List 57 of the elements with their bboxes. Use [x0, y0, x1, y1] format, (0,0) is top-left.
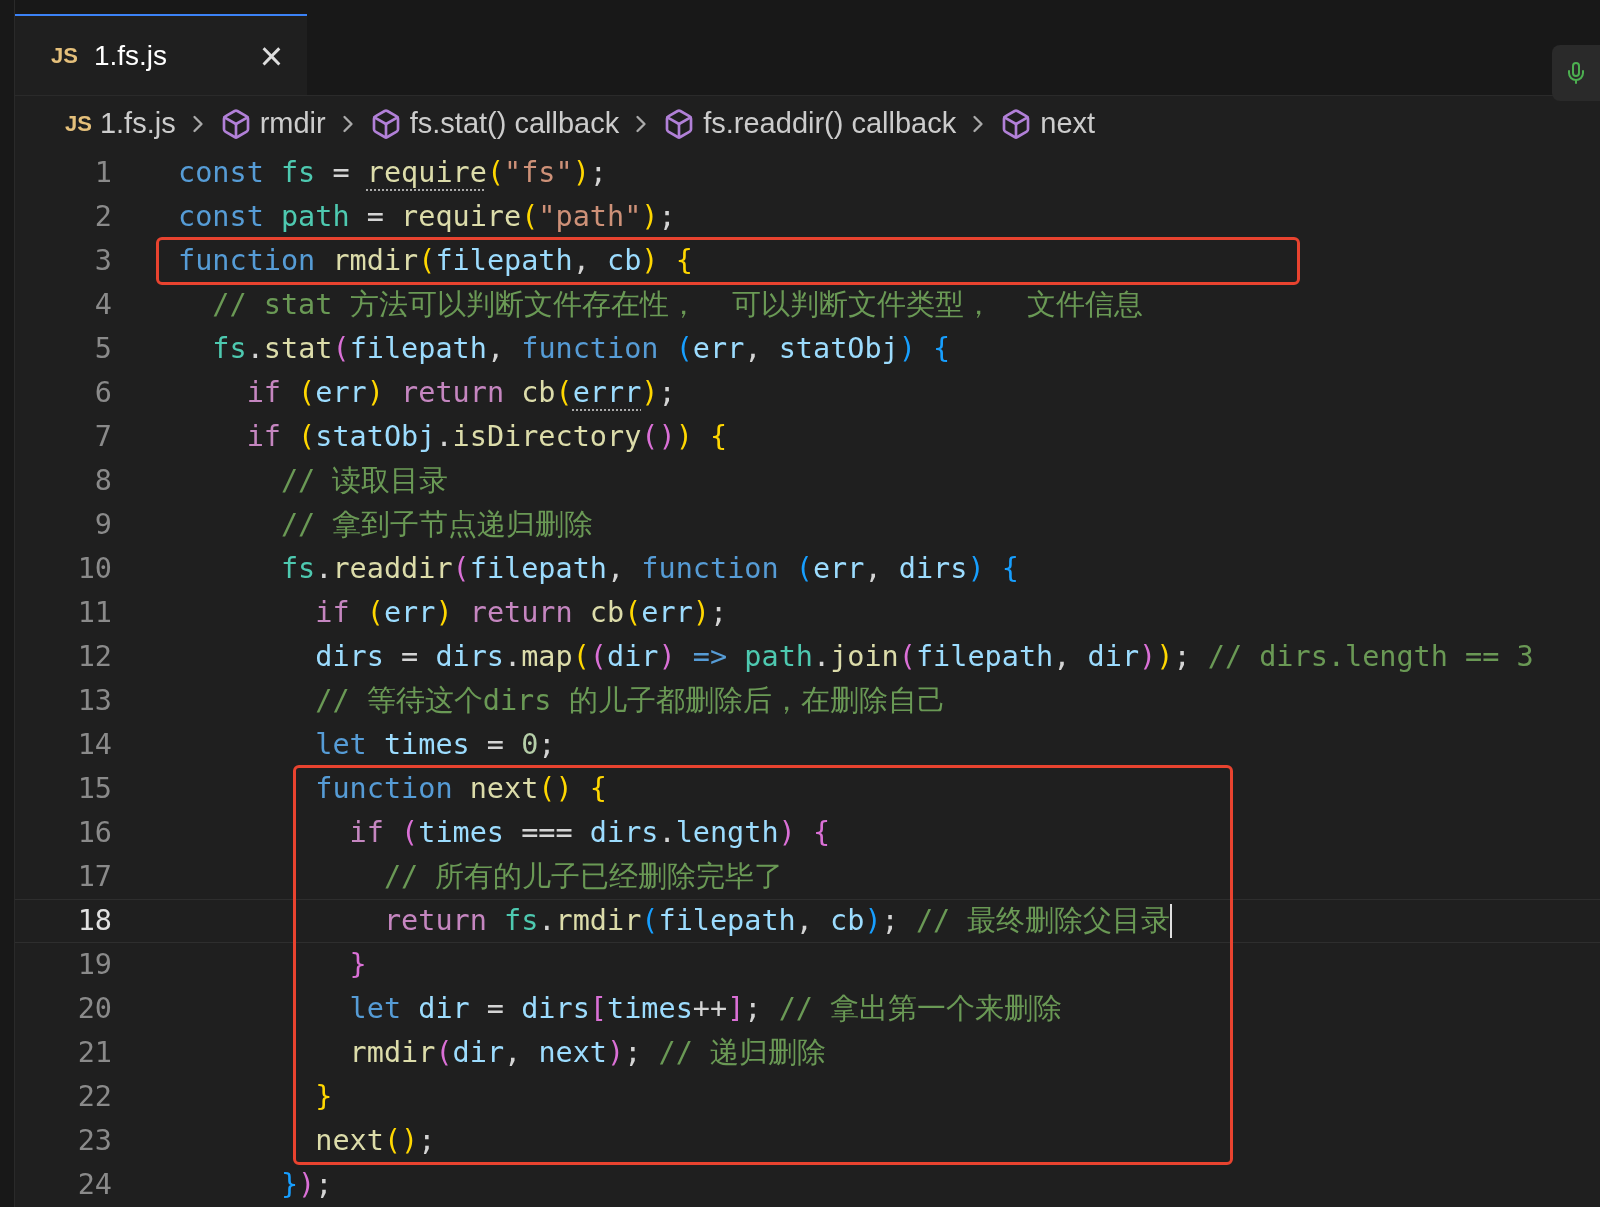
code-line: let dir = dirs[times++]; // 拿出第一个来删除 [348, 990, 1063, 1027]
code-line: function rmdir(filepath, cb) { [178, 242, 693, 279]
line-number: 18 [76, 902, 112, 939]
code-line: }); [279, 1166, 333, 1203]
microphone-button[interactable] [1552, 45, 1600, 101]
line-number: 7 [93, 418, 112, 455]
line-number: 8 [93, 462, 112, 499]
line-number: 5 [93, 330, 112, 367]
line-number: 21 [76, 1034, 112, 1071]
code-line: } [348, 946, 367, 983]
line-number: 10 [76, 550, 112, 587]
code-line: // 所有的儿子已经删除完毕了 [382, 858, 784, 895]
code-line: let times = 0; [314, 726, 556, 763]
code-line: // 读取目录 [279, 462, 449, 499]
breadcrumb-item[interactable]: rmdir [219, 101, 326, 146]
line-number: 2 [93, 198, 112, 235]
line-number: 11 [76, 594, 112, 631]
editor-tab[interactable]: JS 1.fs.js × [15, 14, 307, 96]
close-icon[interactable]: × [259, 35, 283, 76]
line-number: 19 [76, 946, 112, 983]
line-number: 6 [93, 374, 112, 411]
code-line: const fs = require("fs"); [178, 154, 608, 191]
code-line: fs.stat(filepath, function (err, statObj) { [211, 330, 951, 367]
code-line: next(); [314, 1122, 436, 1159]
line-number: 14 [76, 726, 112, 763]
code-line: if (times === dirs.length) { [348, 814, 831, 851]
code-line: } [314, 1078, 333, 1115]
code-line: if (statObj.isDirectory()) { [245, 418, 728, 455]
code-line: // 拿到子节点递归删除 [279, 506, 594, 543]
line-number: 20 [76, 990, 112, 1027]
breadcrumb-item[interactable]: fs.readdir() callback [663, 101, 957, 146]
breadcrumb-item[interactable]: JS 1.fs.js [65, 101, 176, 146]
line-number: 23 [76, 1122, 112, 1159]
line-number: 3 [93, 242, 112, 279]
line-number: 15 [76, 770, 112, 807]
code-line: if (err) return cb(errr); [245, 374, 676, 411]
code-line: if (err) return cb(err); [314, 594, 728, 631]
breadcrumb-item[interactable]: next [1000, 101, 1096, 146]
code-line: rmdir(dir, next); // 递归删除 [348, 1034, 826, 1071]
line-number: 9 [93, 506, 112, 543]
code-line: return fs.rmdir(filepath, cb); // 最终删除父目录 [382, 902, 1171, 939]
line-number: 1 [93, 154, 112, 191]
line-number: 16 [76, 814, 112, 851]
line-number: 17 [76, 858, 112, 895]
code-line: const path = require("path"); [178, 198, 676, 235]
code-line: function next() { [314, 770, 607, 807]
code-line: dirs = dirs.map((dir) => path.join(filepath, dir)); // dirs.length == 3 [314, 638, 1534, 675]
line-number: 24 [76, 1166, 112, 1203]
code-line: fs.readdir(filepath, function (err, dirs) { [279, 550, 1019, 587]
code-line: // stat 方法可以判断文件存在性， 可以判断文件类型， 文件信息 [211, 286, 1144, 323]
line-number: 12 [76, 638, 112, 675]
text-cursor [1170, 904, 1173, 938]
line-number: 13 [76, 682, 112, 719]
line-number: 22 [76, 1078, 112, 1115]
breadcrumb-item[interactable]: fs.stat() callback [369, 101, 620, 146]
code-line: // 等待这个dirs 的儿子都删除后，在删除自己 [314, 682, 946, 719]
line-number: 4 [93, 286, 112, 323]
